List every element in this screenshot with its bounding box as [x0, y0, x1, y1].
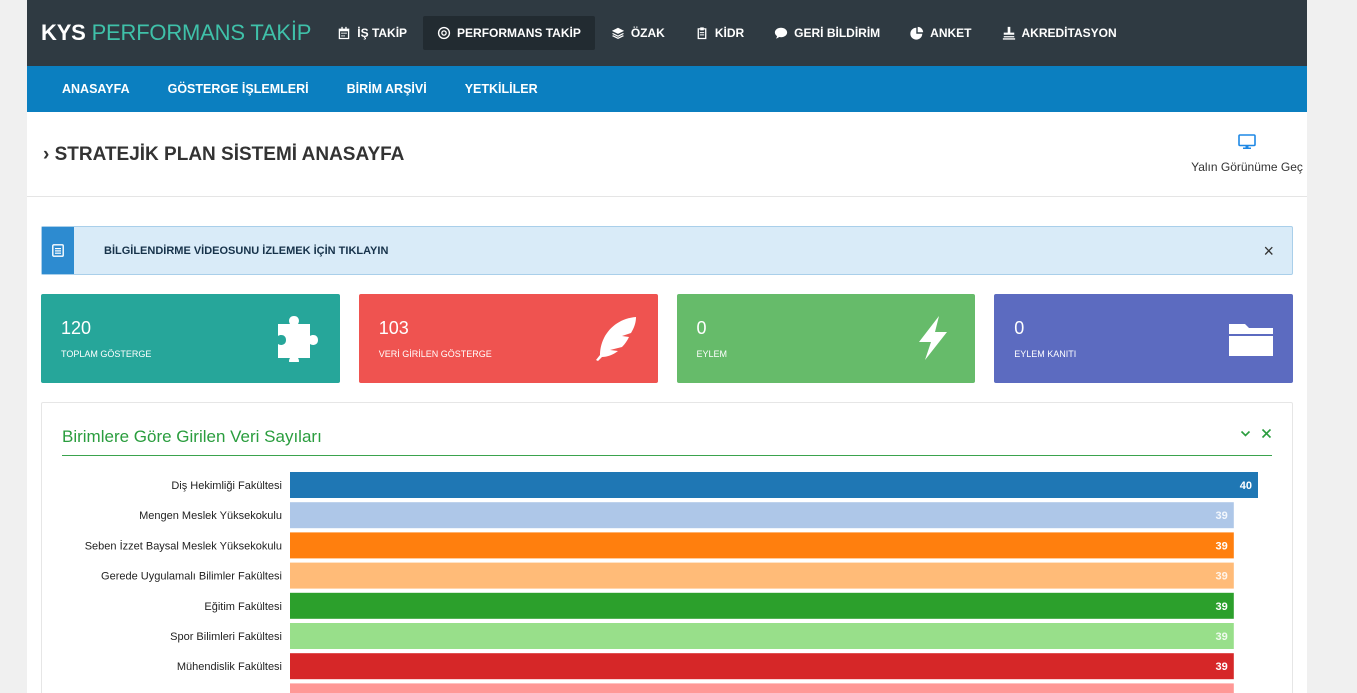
chart-bar[interactable] — [290, 472, 1258, 498]
stat-card-data-entered[interactable]: 103 VERİ GİRİLEN GÖSTERGE — [358, 294, 658, 383]
brand-logo[interactable]: KYS PERFORMANS TAKİP — [41, 20, 311, 46]
topnav-label: ANKET — [930, 26, 972, 40]
bar-chart: Diş Hekimliği Fakültesi 40 Mengen Meslek Y… — [42, 469, 1292, 693]
target-icon — [437, 26, 451, 40]
simple-view-label: Yalın Görünüme Geç — [1191, 160, 1303, 174]
top-nav-menu: İŞ TAKİP PERFORMANS TAKİP ÖZAK KİDR GERİ… — [323, 16, 1130, 50]
calendar-icon — [339, 26, 350, 40]
stat-label: EYLEM — [696, 349, 728, 359]
stamp-icon — [1002, 26, 1015, 40]
subnav-item-yetkililer[interactable]: YETKİLİLER — [446, 82, 557, 96]
topnav-label: GERİ BİLDİRİM — [794, 26, 881, 40]
chevron-right-icon: › — [43, 144, 50, 165]
stat-label: VERİ GİRİLEN GÖSTERGE — [378, 349, 492, 359]
panel-divider — [62, 455, 1272, 456]
stat-value: 120 — [61, 318, 92, 338]
stat-label: TOPLAM GÖSTERGE — [61, 349, 152, 359]
chart-category-label: Gerede Uygulamalı Bilimler Fakültesi — [101, 571, 282, 583]
chart-data-label: 39 — [1216, 571, 1228, 583]
layers-icon — [611, 27, 624, 40]
chart-category-label: Spor Bilimleri Fakültesi — [170, 631, 282, 643]
top-navbar: KYS PERFORMANS TAKİP İŞ TAKİP PERFORMANS… — [27, 0, 1307, 66]
folder-icon — [1229, 324, 1273, 356]
chart-category-label: Mengen Meslek Yüksekokulu — [139, 510, 282, 522]
chart-bar[interactable] — [290, 683, 1234, 693]
topnav-label: AKREDİTASYON — [1021, 26, 1117, 40]
document-icon — [42, 227, 74, 274]
chart-bar[interactable] — [290, 562, 1234, 589]
page-title: › STRATEJİK PLAN SİSTEMİ ANASAYFA — [43, 144, 404, 166]
chart-category-label: Eğitim Fakültesi — [204, 601, 282, 613]
simple-view-button[interactable]: Yalın Görünüme Geç — [1187, 134, 1307, 174]
chart-bar[interactable] — [290, 623, 1234, 649]
bolt-icon — [919, 316, 948, 360]
alert-close-button[interactable]: × — [1263, 242, 1274, 260]
comment-icon — [775, 27, 788, 39]
chart-bar[interactable] — [290, 653, 1234, 680]
topnav-item-geri-bildirim[interactable]: GERİ BİLDİRİM — [760, 16, 894, 50]
chart-bar[interactable] — [290, 502, 1234, 529]
topnav-label: KİDR — [714, 26, 745, 40]
stat-card-actions[interactable]: 0 EYLEM — [676, 294, 976, 383]
secondary-navbar: ANASAYFA GÖSTERGE İŞLEMLERİ BİRİM ARŞİVİ… — [27, 66, 1307, 112]
alert-text: BİLGİLENDİRME VİDEOSUNU İZLEMEK İÇİN TIK… — [104, 244, 389, 257]
topnav-label: ÖZAK — [630, 26, 665, 40]
puzzle-icon — [277, 316, 318, 362]
page: KYS PERFORMANS TAKİP İŞ TAKİP PERFORMANS… — [27, 0, 1307, 693]
stat-card-action-evidence[interactable]: 0 EYLEM KANITI — [994, 294, 1293, 383]
chart-data-label: 39 — [1216, 510, 1228, 522]
page-header: › STRATEJİK PLAN SİSTEMİ ANASAYFA Yalın … — [27, 112, 1307, 197]
info-alert[interactable]: BİLGİLENDİRME VİDEOSUNU İZLEMEK İÇİN TIK… — [41, 226, 1293, 275]
stat-label: EYLEM KANITI — [1014, 349, 1077, 359]
topnav-item-anket[interactable]: ANKET — [896, 16, 985, 50]
stat-cards: 120 TOPLAM GÖSTERGE 103 VERİ GİRİLEN GÖS… — [41, 294, 1293, 383]
topnav-item-kidr[interactable]: KİDR — [681, 16, 758, 50]
bar-chart-svg: Diş Hekimliği Fakültesi 40 Mengen Meslek Y… — [85, 472, 1258, 693]
page-title-text: STRATEJİK PLAN SİSTEMİ ANASAYFA — [54, 144, 405, 165]
chart-bar[interactable] — [290, 532, 1234, 559]
brand-accent: PERFORMANS TAKİP — [91, 20, 312, 45]
chart-bar[interactable] — [290, 592, 1234, 619]
pie-chart-icon — [910, 26, 924, 40]
panel-title: Birimlere Göre Girilen Veri Sayıları — [62, 427, 322, 446]
unit-data-panel: Birimlere Göre Girilen Veri Sayıları Diş… — [41, 402, 1293, 693]
brand-main: KYS — [41, 20, 86, 45]
feather-icon — [595, 317, 636, 361]
chart-data-label: 40 — [1240, 480, 1252, 492]
close-icon[interactable] — [1261, 428, 1272, 439]
subnav-item-birim-arsivi[interactable]: BİRİM ARŞİVİ — [328, 82, 446, 96]
chart-data-label: 39 — [1216, 631, 1228, 643]
topnav-item-akreditasyon[interactable]: AKREDİTASYON — [988, 16, 1131, 50]
stat-value: 0 — [1014, 318, 1025, 338]
chart-data-label: 39 — [1216, 601, 1228, 613]
stat-card-total-indicators[interactable]: 120 TOPLAM GÖSTERGE — [41, 294, 340, 383]
chart-category-label: Mühendislik Fakültesi — [177, 661, 282, 673]
topnav-item-is-takip[interactable]: İŞ TAKİP — [323, 16, 421, 50]
clipboard-icon — [697, 27, 707, 40]
panel-tools — [1240, 428, 1272, 439]
chart-data-label: 39 — [1216, 540, 1228, 552]
topnav-item-ozak[interactable]: ÖZAK — [597, 16, 679, 50]
topnav-item-performans-takip[interactable]: PERFORMANS TAKİP — [423, 16, 595, 50]
chart-category-label: Diş Hekimliği Fakültesi — [171, 480, 282, 492]
subnav-item-anasayfa[interactable]: ANASAYFA — [43, 82, 149, 96]
chart-data-label: 39 — [1216, 661, 1228, 673]
subnav-item-gosterge-islemleri[interactable]: GÖSTERGE İŞLEMLERİ — [149, 82, 328, 96]
chevron-down-icon[interactable] — [1240, 428, 1251, 439]
chart-category-label: Seben İzzet Baysal Meslek Yüksekokulu — [85, 539, 282, 552]
monitor-icon — [1238, 134, 1256, 149]
topnav-label: İŞ TAKİP — [357, 26, 408, 40]
stat-value: 0 — [696, 318, 707, 338]
stat-value: 103 — [378, 318, 409, 338]
topnav-label: PERFORMANS TAKİP — [457, 26, 581, 40]
